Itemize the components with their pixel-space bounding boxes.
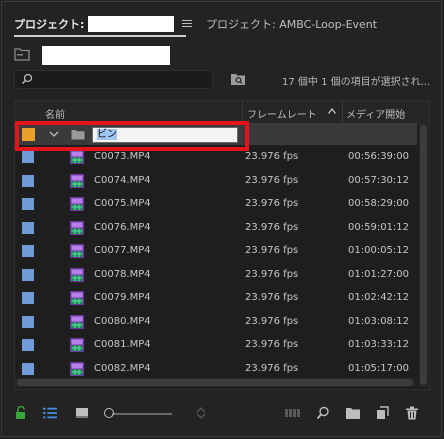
automate-to-sequence-icon[interactable]: [285, 406, 301, 420]
clip-frame-rate: 23.976 fps: [245, 221, 299, 233]
sort-ascending-icon[interactable]: [328, 108, 336, 114]
clip-label-color[interactable]: [22, 315, 34, 328]
clip-name: C0074.MP4: [94, 174, 151, 186]
column-header-frame-rate[interactable]: フレームレート: [247, 106, 317, 121]
clip-media-start: 01:03:08:12: [348, 315, 410, 327]
panel-tab-bar: プロジェクト: プロジェクト: AMBC-Loop-Event: [0, 0, 444, 38]
project-file-icon: [14, 48, 30, 61]
annotation-highlight-box: [15, 121, 249, 151]
clip-name: C0076.MP4: [94, 221, 151, 233]
clip-name: C0079.MP4: [94, 292, 151, 303]
clip-frame-rate: 23.976 fps: [245, 268, 299, 280]
list-view-icon[interactable]: [43, 406, 57, 420]
clip-media-start: 00:58:29:00: [348, 198, 410, 209]
column-divider[interactable]: [342, 101, 343, 123]
clip-label-color[interactable]: [22, 362, 34, 375]
video-clip-icon: [70, 150, 84, 164]
vertical-scrollbar[interactable]: [419, 123, 428, 387]
clip-frame-rate: 23.976 fps: [245, 339, 299, 350]
clip-label-color[interactable]: [22, 292, 34, 304]
tab-project-ambc[interactable]: プロジェクト: AMBC-Loop-Event: [206, 16, 377, 32]
table-row[interactable]: C0080.MP4 23.976 fps 01:03:08:12: [15, 310, 417, 334]
tab-project-name-field: [88, 16, 175, 32]
tab-active-label: プロジェクト:: [14, 18, 85, 31]
clip-label-color[interactable]: [22, 221, 34, 234]
clip-rows: C0073.MP4 23.976 fps 00:56:39:00 C0074.MP4 2…: [15, 145, 417, 380]
search-input[interactable]: [14, 70, 213, 89]
table-row[interactable]: C0079.MP4 23.976 fps 01:02:42:12: [15, 286, 417, 310]
video-clip-icon: [70, 338, 84, 352]
clip-name: C0080.MP4: [94, 315, 151, 327]
clip-label-color[interactable]: [22, 245, 34, 257]
zoom-slider-handle[interactable]: [104, 408, 114, 418]
horizontal-scroll-thumb[interactable]: [17, 379, 413, 386]
table-row[interactable]: C0082.MP4 23.976 fps 01:05:17:00: [15, 357, 417, 381]
video-clip-icon: [70, 173, 84, 188]
active-tab-underline: [14, 35, 186, 37]
clip-frame-rate: 23.976 fps: [245, 362, 299, 374]
clip-label-color[interactable]: [22, 174, 34, 187]
clip-media-start: 00:56:39:00: [348, 151, 410, 162]
table-row[interactable]: C0074.MP4 23.976 fps 00:57:30:12: [15, 169, 417, 193]
clip-frame-rate: 23.976 fps: [245, 151, 299, 162]
clip-label-color[interactable]: [22, 198, 34, 210]
new-item-icon[interactable]: [375, 406, 389, 420]
clip-label-color[interactable]: [22, 151, 34, 163]
column-header-media-start[interactable]: メディア開始: [346, 106, 405, 121]
video-clip-icon: [70, 197, 84, 211]
clip-media-start: 01:00:05:12: [348, 245, 410, 256]
clip-frame-rate: 23.976 fps: [245, 292, 299, 303]
video-clip-icon: [70, 244, 84, 258]
new-bin-icon[interactable]: [345, 406, 361, 420]
clip-name: C0075.MP4: [94, 198, 151, 209]
table-row[interactable]: C0076.MP4 23.976 fps 00:59:01:12: [15, 216, 417, 240]
panel-menu-icon[interactable]: [182, 19, 193, 29]
find-icon[interactable]: [316, 406, 330, 420]
clip-media-start: 01:02:42:12: [348, 292, 410, 303]
bottom-toolbar: [0, 400, 444, 430]
column-header-name[interactable]: 名前: [45, 106, 65, 121]
table-row[interactable]: C0075.MP4 23.976 fps 00:58:29:00: [15, 192, 417, 216]
video-clip-icon: [70, 267, 84, 282]
clip-name: C0081.MP4: [94, 339, 151, 350]
sort-icon[interactable]: [194, 406, 208, 420]
column-divider[interactable]: [242, 101, 243, 123]
clip-media-start: 01:05:17:00: [348, 362, 410, 374]
search-icon: [21, 73, 33, 85]
clip-name: C0078.MP4: [94, 268, 151, 280]
lock-icon[interactable]: [14, 406, 28, 420]
horizontal-scrollbar[interactable]: [15, 378, 417, 387]
icon-view-icon[interactable]: [75, 406, 89, 420]
tab-project-active[interactable]: プロジェクト:: [14, 14, 193, 34]
clip-media-start: 01:03:33:12: [348, 339, 410, 350]
table-row[interactable]: C0077.MP4 23.976 fps 01:00:05:12: [15, 239, 417, 263]
clip-name: C0077.MP4: [94, 245, 151, 256]
clip-media-start: 00:59:01:12: [348, 221, 410, 233]
clip-frame-rate: 23.976 fps: [245, 245, 299, 256]
video-clip-icon: [70, 361, 84, 376]
clip-media-start: 01:01:27:00: [348, 268, 410, 280]
video-clip-icon: [70, 220, 84, 235]
selection-status-text: 17 個中 1 個の項目が選択され...: [282, 77, 431, 88]
clip-frame-rate: 23.976 fps: [245, 315, 299, 327]
video-clip-icon: [70, 291, 84, 305]
clip-label-color[interactable]: [22, 339, 34, 351]
project-path-field: [42, 46, 170, 65]
vertical-scroll-thumb[interactable]: [420, 125, 427, 385]
new-search-bin-icon[interactable]: [230, 72, 246, 86]
clip-media-start: 00:57:30:12: [348, 174, 410, 186]
table-row[interactable]: C0078.MP4 23.976 fps 01:01:27:00: [15, 263, 417, 287]
video-clip-icon: [70, 314, 84, 329]
clip-name: C0082.MP4: [94, 362, 151, 374]
trash-icon[interactable]: [405, 406, 419, 420]
zoom-slider-track[interactable]: [112, 413, 172, 415]
clip-label-color[interactable]: [22, 268, 34, 281]
table-row[interactable]: C0081.MP4 23.976 fps 01:03:33:12: [15, 333, 417, 357]
clip-frame-rate: 23.976 fps: [245, 174, 299, 186]
clip-frame-rate: 23.976 fps: [245, 198, 299, 209]
clip-name: C0073.MP4: [94, 151, 151, 162]
